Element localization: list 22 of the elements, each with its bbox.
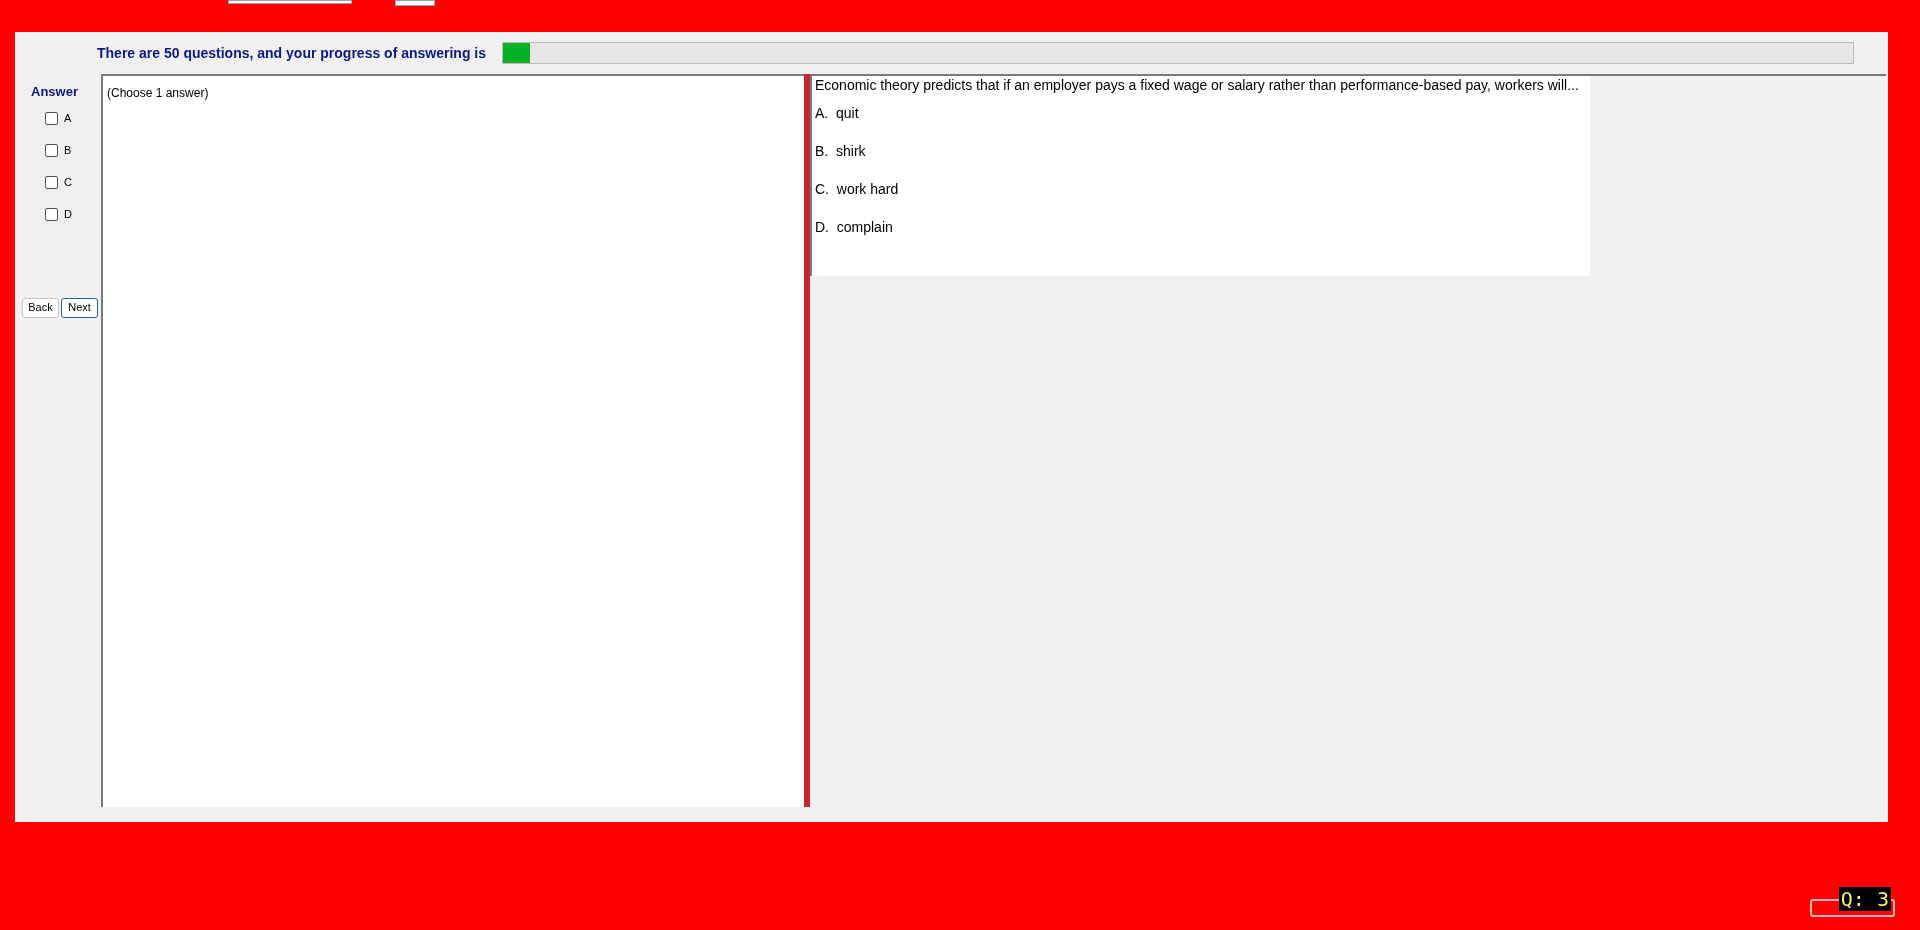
- answer-checkbox[interactable]: [45, 111, 58, 125]
- nav-button[interactable]: Next: [61, 297, 98, 318]
- input-field[interactable]: [395, 0, 435, 6]
- option-label: B: [64, 142, 72, 158]
- option-label: A: [64, 110, 72, 126]
- choice-text: A. quit: [815, 104, 860, 123]
- answer-checkbox[interactable]: [45, 207, 58, 221]
- answer-title: Answer: [31, 83, 79, 101]
- answer-checkbox[interactable]: [45, 143, 58, 157]
- choice-text: D. complain: [815, 218, 894, 237]
- input-field[interactable]: [228, 0, 352, 4]
- option-label: D: [64, 206, 72, 222]
- nav-button[interactable]: Back: [22, 297, 59, 318]
- question-text: Economic theory predicts that if an employer pays a fixed wage or salary rather than performance-based pay, workers will...: [815, 78, 1580, 93]
- question-counter: Q: 3: [1838, 887, 1891, 911]
- answer-hint: (Choose 1 answer): [107, 86, 209, 100]
- answer-area[interactable]: (Choose 1 answer): [101, 74, 804, 807]
- choice-text: B. shirk: [815, 142, 867, 161]
- progress-label: There are 50 questions, and your progress of answering is: [97, 43, 486, 63]
- choice-text: C. work hard: [815, 180, 900, 199]
- answer-checkbox[interactable]: [45, 175, 58, 189]
- option-label: C: [64, 174, 72, 190]
